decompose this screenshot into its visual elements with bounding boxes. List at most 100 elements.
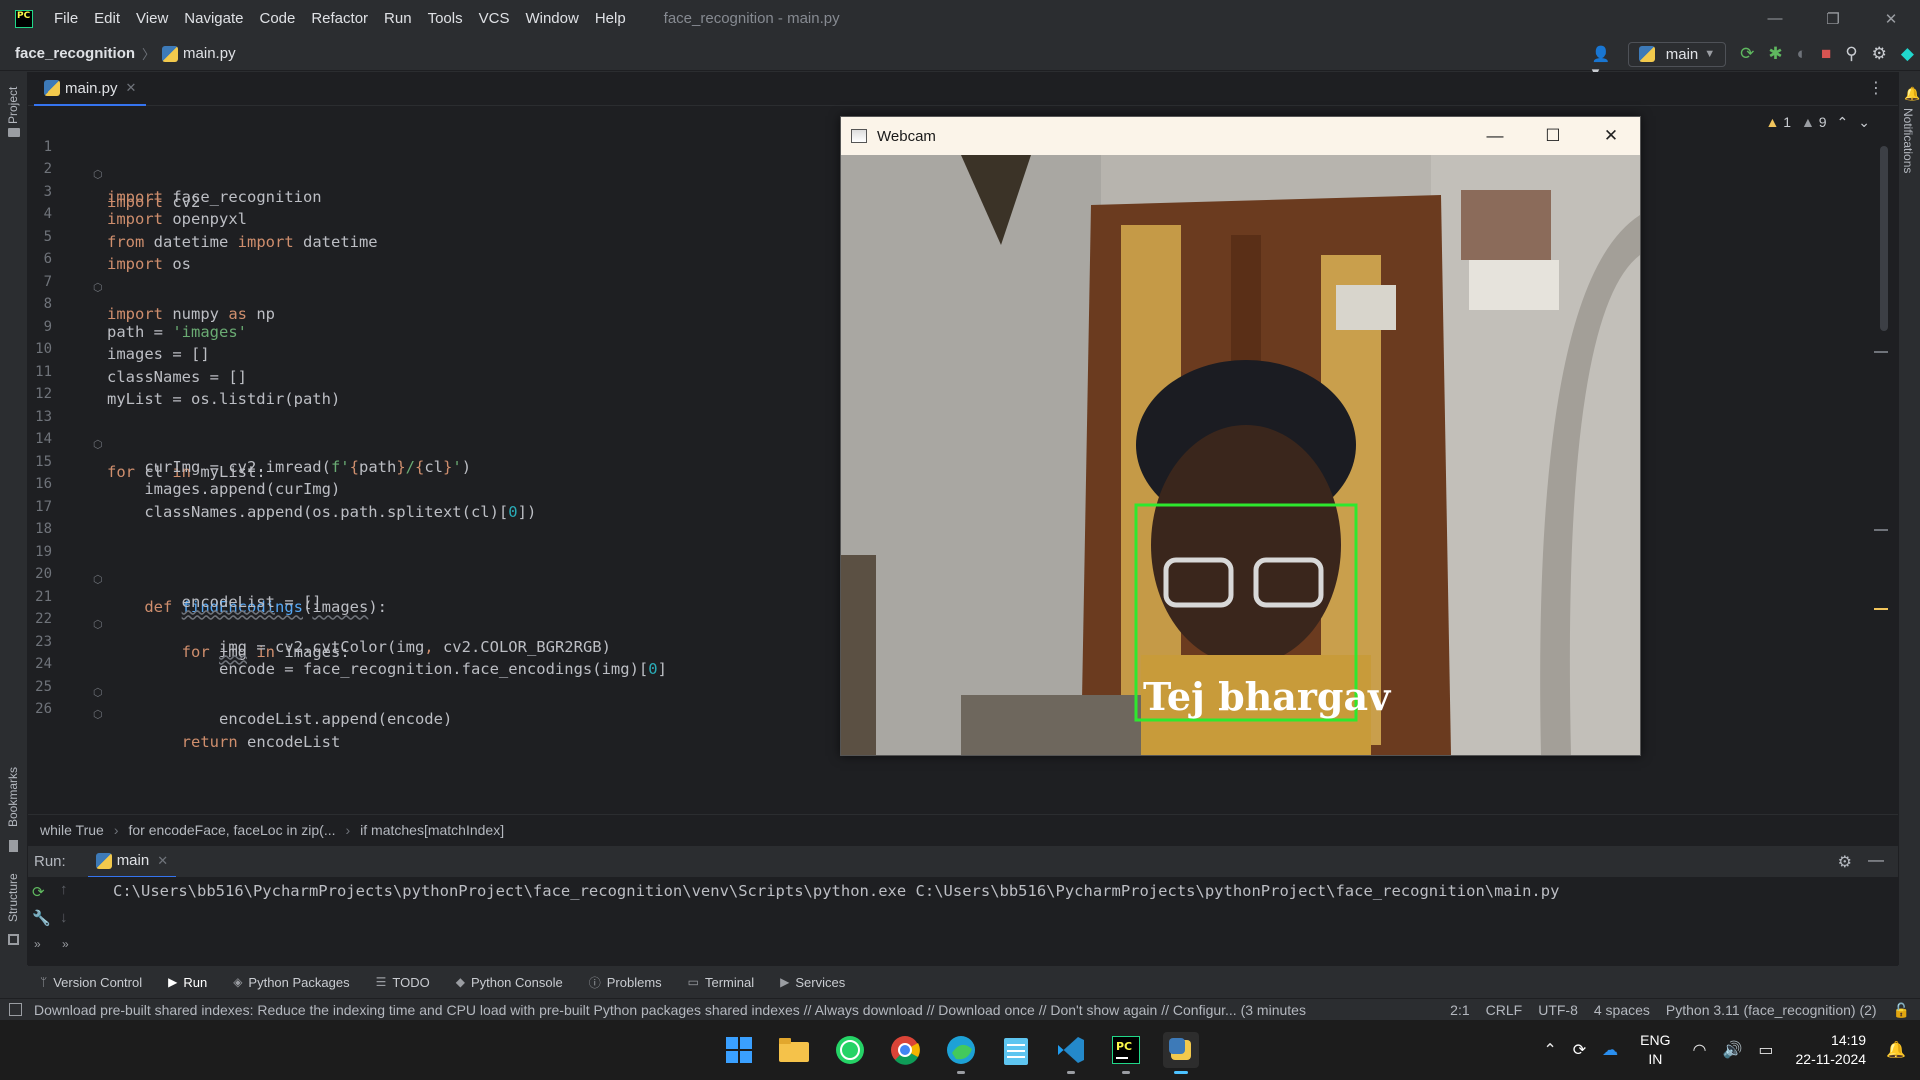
- menu-window[interactable]: Window: [517, 0, 586, 37]
- menu-code[interactable]: Code: [251, 0, 303, 37]
- sync-icon[interactable]: ⟳: [1573, 1040, 1586, 1060]
- menu-refactor[interactable]: Refactor: [303, 0, 376, 37]
- battery-icon[interactable]: ▭: [1758, 1040, 1773, 1060]
- wrench-icon[interactable]: 🔧: [32, 909, 51, 927]
- warning-indicator[interactable]: ▲ 1: [1765, 114, 1791, 131]
- tool-services[interactable]: ▶ Services: [780, 975, 845, 990]
- error-stripe-mark[interactable]: [1874, 351, 1888, 353]
- minimize-icon[interactable]: —: [1466, 117, 1524, 155]
- settings-gear-icon[interactable]: ⚙: [1872, 45, 1887, 63]
- more-options-icon[interactable]: ⋮: [1868, 78, 1884, 98]
- tool-terminal[interactable]: ▭ Terminal: [688, 975, 754, 990]
- run-configuration-select[interactable]: main ▼: [1627, 41, 1727, 67]
- coverage-icon[interactable]: ◐: [1797, 45, 1807, 63]
- chevron-up-icon[interactable]: ⌃: [1543, 1040, 1556, 1060]
- status-message[interactable]: Download pre-built shared indexes: Reduc…: [34, 1002, 1306, 1018]
- jetbrains-ai-icon[interactable]: ◆: [1901, 45, 1914, 63]
- minimize-icon[interactable]: —: [1746, 0, 1804, 37]
- menu-view[interactable]: View: [128, 0, 176, 37]
- edge-icon[interactable]: [943, 1032, 979, 1074]
- breadcrumb-while[interactable]: while True: [40, 822, 104, 838]
- pycharm-logo-icon[interactable]: [15, 9, 33, 28]
- debug-icon[interactable]: ✱: [1768, 45, 1782, 63]
- vscode-icon[interactable]: [1053, 1032, 1089, 1074]
- menu-tools[interactable]: Tools: [420, 0, 471, 37]
- search-icon[interactable]: ⚲: [1845, 45, 1857, 63]
- stop-icon[interactable]: ■: [1821, 45, 1831, 63]
- onedrive-icon[interactable]: ☁: [1602, 1040, 1618, 1060]
- wifi-icon[interactable]: ◠: [1692, 1040, 1706, 1060]
- tab-main-py[interactable]: main.py ✕: [34, 72, 147, 106]
- breadcrumb-if[interactable]: if matches[matchIndex]: [360, 822, 504, 838]
- close-run-tab-icon[interactable]: ✕: [157, 853, 168, 869]
- error-stripe-mark[interactable]: [1874, 529, 1888, 531]
- python-interpreter[interactable]: Python 3.11 (face_recognition) (2): [1666, 1002, 1877, 1018]
- indent-setting[interactable]: 4 spaces: [1594, 1002, 1650, 1018]
- tool-run[interactable]: ▶ Run: [168, 975, 207, 990]
- structure-tool-label[interactable]: Structure: [6, 873, 20, 922]
- windows-start-icon[interactable]: [721, 1032, 757, 1068]
- run-tab-main[interactable]: main ✕: [87, 846, 177, 878]
- fold-icon[interactable]: ⬡: [93, 701, 103, 729]
- chrome-icon[interactable]: [887, 1032, 923, 1068]
- hide-panel-icon[interactable]: —: [1868, 852, 1884, 872]
- python-webcam-taskbar-icon[interactable]: [1163, 1032, 1199, 1074]
- folder-icon[interactable]: [8, 128, 20, 137]
- tool-python-packages[interactable]: ◈ Python Packages: [233, 975, 349, 990]
- settings-gear-icon[interactable]: ⚙: [1838, 852, 1852, 872]
- editor-scrollbar[interactable]: [1880, 146, 1888, 331]
- warning-stripe-mark[interactable]: [1874, 608, 1888, 610]
- close-icon[interactable]: ✕: [1862, 0, 1920, 37]
- inspection-widget[interactable]: ▲ 1 ▲ 9 ⌃ ⌄: [1765, 114, 1870, 131]
- scroll-up-icon[interactable]: ↑: [60, 881, 68, 898]
- menu-file[interactable]: File: [46, 0, 86, 37]
- previous-highlight-icon[interactable]: ⌃: [1837, 114, 1849, 131]
- project-tool-label[interactable]: Project: [6, 87, 20, 124]
- breadcrumb-project[interactable]: face_recognition: [15, 45, 135, 62]
- tool-python-console[interactable]: ◆ Python Console: [456, 975, 563, 990]
- restore-icon[interactable]: ❐: [1804, 0, 1862, 37]
- notification-center-icon[interactable]: 🔔: [1886, 1040, 1906, 1060]
- lock-icon[interactable]: 🔓: [1893, 1002, 1910, 1019]
- bookmark-icon[interactable]: [9, 840, 18, 852]
- file-encoding[interactable]: UTF-8: [1538, 1002, 1578, 1018]
- menu-vcs[interactable]: VCS: [471, 0, 518, 37]
- maximize-icon[interactable]: ☐: [1524, 117, 1582, 155]
- structure-icon[interactable]: [8, 934, 19, 945]
- more-actions-icon[interactable]: »: [62, 937, 69, 951]
- webcam-title-bar[interactable]: Webcam — ☐ ✕: [841, 117, 1640, 155]
- notifications-tool-label[interactable]: Notifications: [1901, 108, 1915, 173]
- weak-warning-indicator[interactable]: ▲ 9: [1801, 114, 1827, 131]
- scroll-down-icon[interactable]: ↓: [60, 909, 68, 926]
- menu-run[interactable]: Run: [376, 0, 420, 37]
- tool-version-control[interactable]: ᛘ Version Control: [40, 975, 142, 990]
- rerun-icon[interactable]: ⟳: [32, 883, 45, 901]
- clock[interactable]: 14:19 22-11-2024: [1796, 1031, 1867, 1069]
- rerun-icon[interactable]: ⟳: [1740, 45, 1754, 63]
- notepad-icon[interactable]: [998, 1032, 1034, 1068]
- volume-icon[interactable]: 🔊: [1722, 1040, 1742, 1060]
- webcam-window[interactable]: Webcam — ☐ ✕ Tej bhargav: [840, 116, 1641, 756]
- next-highlight-icon[interactable]: ⌄: [1858, 114, 1870, 131]
- add-user-icon[interactable]: 👤▾: [1592, 45, 1614, 81]
- breadcrumb-for[interactable]: for encodeFace, faceLoc in zip(...: [128, 822, 335, 838]
- tool-problems[interactable]: ⓘ Problems: [589, 974, 662, 991]
- notification-square-icon[interactable]: [9, 1003, 22, 1016]
- bookmarks-tool-label[interactable]: Bookmarks: [6, 767, 20, 827]
- whatsapp-icon[interactable]: [832, 1032, 868, 1068]
- menu-help[interactable]: Help: [587, 0, 634, 37]
- tool-todo[interactable]: ☰ TODO: [376, 975, 430, 990]
- breadcrumb-file[interactable]: main.py: [162, 45, 236, 62]
- pycharm-taskbar-icon[interactable]: PC: [1108, 1032, 1144, 1074]
- more-actions-icon[interactable]: »: [34, 937, 41, 951]
- language-indicator[interactable]: ENG IN: [1640, 1031, 1670, 1069]
- caret-position[interactable]: 2:1: [1450, 1002, 1469, 1018]
- menu-edit[interactable]: Edit: [86, 0, 128, 37]
- line-separator[interactable]: CRLF: [1486, 1002, 1523, 1018]
- run-console[interactable]: ⟳ ↑ 🔧 ↓ » » C:\Users\bb516\PycharmProjec…: [28, 877, 1898, 966]
- close-icon[interactable]: ✕: [1582, 117, 1640, 155]
- file-explorer-icon[interactable]: [776, 1032, 812, 1068]
- notifications-icon[interactable]: 🔔: [1904, 86, 1920, 102]
- menu-navigate[interactable]: Navigate: [176, 0, 251, 37]
- close-tab-icon[interactable]: ✕: [126, 80, 137, 96]
